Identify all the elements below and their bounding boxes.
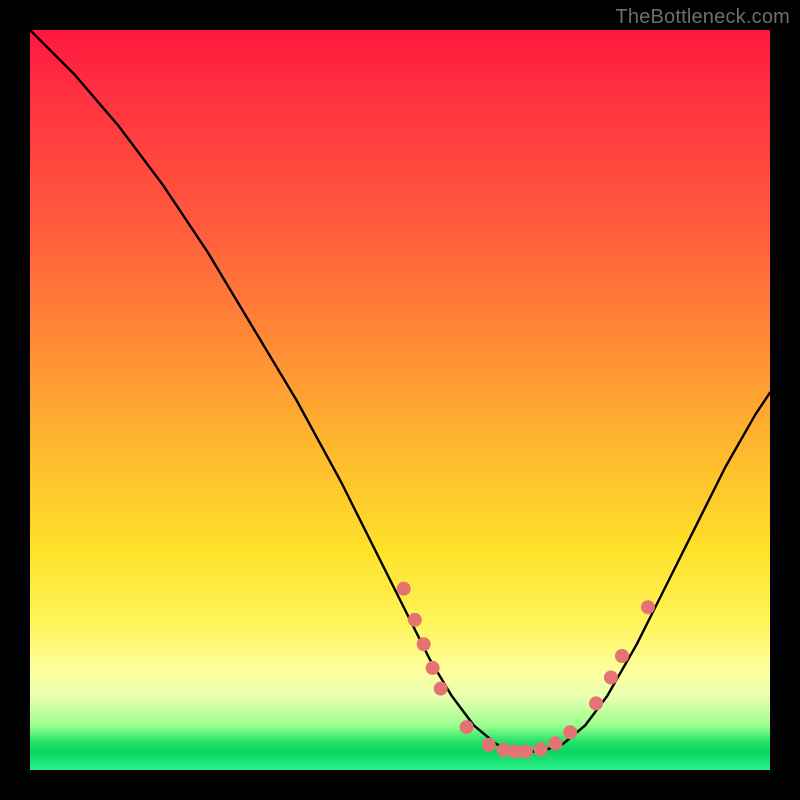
data-marker bbox=[417, 637, 431, 651]
data-marker bbox=[534, 742, 548, 756]
curve-layer bbox=[30, 30, 770, 770]
data-marker bbox=[519, 745, 533, 759]
watermark-text: TheBottleneck.com bbox=[615, 6, 790, 29]
data-marker bbox=[589, 696, 603, 710]
data-marker bbox=[408, 613, 422, 627]
data-marker bbox=[397, 582, 411, 596]
data-marker bbox=[563, 725, 577, 739]
data-marker bbox=[548, 736, 562, 750]
data-marker bbox=[641, 600, 655, 614]
data-marker bbox=[460, 720, 474, 734]
data-marker bbox=[482, 738, 496, 752]
data-marker bbox=[434, 682, 448, 696]
data-marker bbox=[426, 661, 440, 675]
data-marker bbox=[604, 671, 618, 685]
bottleneck-curve bbox=[30, 30, 770, 752]
plot-area bbox=[30, 30, 770, 770]
data-marker bbox=[615, 649, 629, 663]
chart-frame: TheBottleneck.com bbox=[0, 0, 800, 800]
data-markers bbox=[397, 582, 655, 759]
